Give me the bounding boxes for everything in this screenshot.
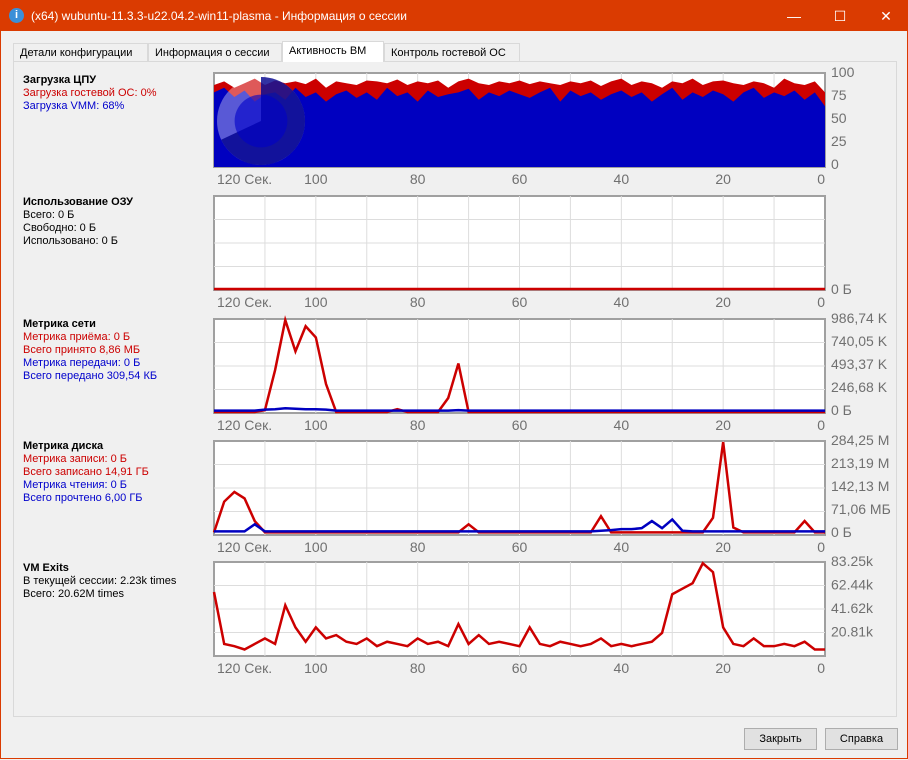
ram-y-tick: 0 Б (831, 281, 852, 297)
close-button[interactable]: Закрыть (744, 728, 817, 750)
exits-x-tick: 100 (304, 660, 328, 676)
cpu-y-tick: 50 (831, 110, 847, 126)
net-x-tick: 100 (304, 417, 328, 433)
ram-x-tick: 120 Сек. (217, 294, 272, 310)
disk-x-tick: 60 (512, 539, 528, 555)
net-y-tick: 986,74 K (831, 310, 888, 326)
net-y-tick: 0 Б (831, 402, 852, 418)
tab-vm-activity[interactable]: Активность ВМ (282, 41, 384, 62)
cpu-x-tick: 80 (410, 171, 426, 187)
cpu-pie-inner (234, 94, 288, 148)
ram-x-tick: 0 (817, 294, 825, 310)
cpu-y-tick: 75 (831, 87, 847, 103)
cpu-x-tick: 0 (817, 171, 825, 187)
disk-y-tick: 71,06 МБ (831, 501, 891, 517)
net-x-tick: 120 Сек. (217, 417, 272, 433)
disk-y-tick: 213,19 M (831, 455, 889, 471)
help-button[interactable]: Справка (825, 728, 898, 750)
exits-y-tick: 62.44k (831, 577, 874, 593)
exits-y-tick: 20.81k (831, 624, 874, 640)
ram-x-tick: 40 (614, 294, 630, 310)
cpu-x-tick: 100 (304, 171, 328, 187)
exits-x-tick: 80 (410, 660, 426, 676)
cpu-y-tick: 100 (831, 64, 855, 80)
disk-x-tick: 0 (817, 539, 825, 555)
cpu-x-tick: 40 (614, 171, 630, 187)
disk-x-tick: 120 Сек. (217, 539, 272, 555)
exits-x-tick: 40 (614, 660, 630, 676)
window: i (x64) wubuntu-11.3.3-u22.04.2-win11-pl… (0, 0, 908, 759)
disk-x-tick: 20 (715, 539, 731, 555)
net-y-tick: 740,05 K (831, 333, 888, 349)
disk-x-tick: 100 (304, 539, 328, 555)
net-x-tick: 20 (715, 417, 731, 433)
ram-x-tick: 100 (304, 294, 328, 310)
ram-x-tick: 80 (410, 294, 426, 310)
charts-canvas: 100 75 50 25 0 120 Сек. 100 80 60 40 20 0 0 Б 120 Сек… (212, 64, 891, 676)
cpu-x-tick: 60 (512, 171, 528, 187)
cpu-y-tick: 0 (831, 156, 839, 172)
cpu-y-tick: 25 (831, 133, 847, 149)
exits-y-tick: 41.62k (831, 600, 874, 616)
exits-x-tick: 0 (817, 660, 825, 676)
net-x-tick: 40 (614, 417, 630, 433)
net-y-tick: 246,68 K (831, 379, 888, 395)
ram-x-tick: 20 (715, 294, 731, 310)
disk-x-tick: 80 (410, 539, 426, 555)
disk-x-tick: 40 (614, 539, 630, 555)
net-x-tick: 60 (512, 417, 528, 433)
cpu-x-tick: 20 (715, 171, 731, 187)
disk-y-tick: 0 Б (831, 524, 852, 540)
cpu-x-tick: 120 Сек. (217, 171, 272, 187)
exits-x-tick: 60 (512, 660, 528, 676)
net-y-tick: 493,37 K (831, 356, 888, 372)
exits-x-tick: 120 Сек. (217, 660, 272, 676)
disk-y-tick: 284,25 M (831, 432, 889, 448)
exits-x-tick: 20 (715, 660, 731, 676)
disk-y-tick: 142,13 M (831, 478, 889, 494)
net-x-tick: 80 (410, 417, 426, 433)
ram-x-tick: 60 (512, 294, 528, 310)
exits-y-tick: 83.25k (831, 553, 874, 569)
net-x-tick: 0 (817, 417, 825, 433)
